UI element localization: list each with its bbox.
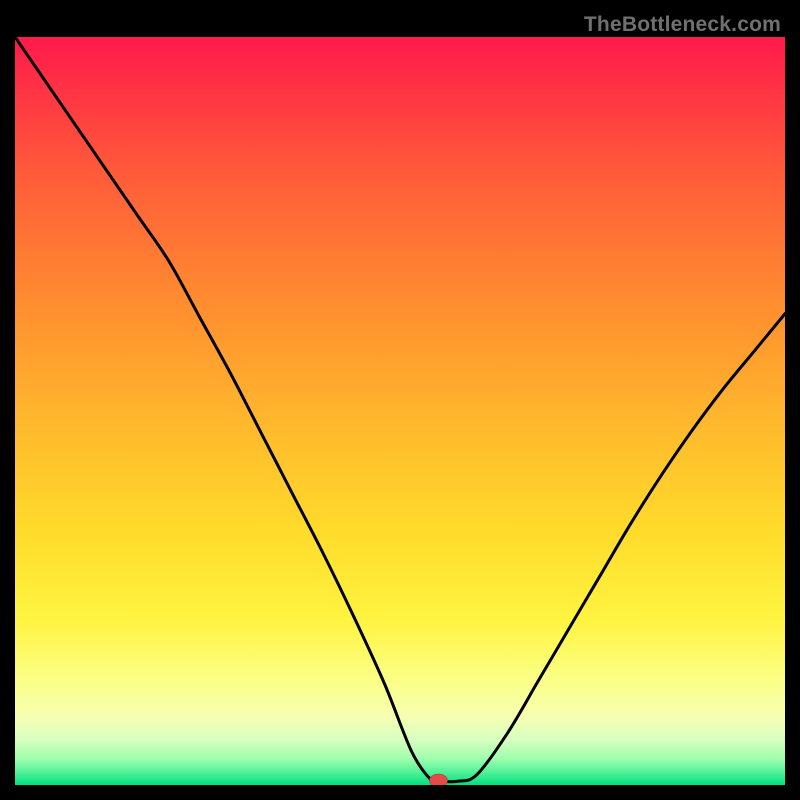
optimum-marker xyxy=(430,774,448,785)
chart-frame: TheBottleneck.com xyxy=(15,15,785,785)
bottleneck-chart xyxy=(15,15,785,785)
watermark-label: TheBottleneck.com xyxy=(584,13,781,37)
plot-background xyxy=(15,37,785,785)
